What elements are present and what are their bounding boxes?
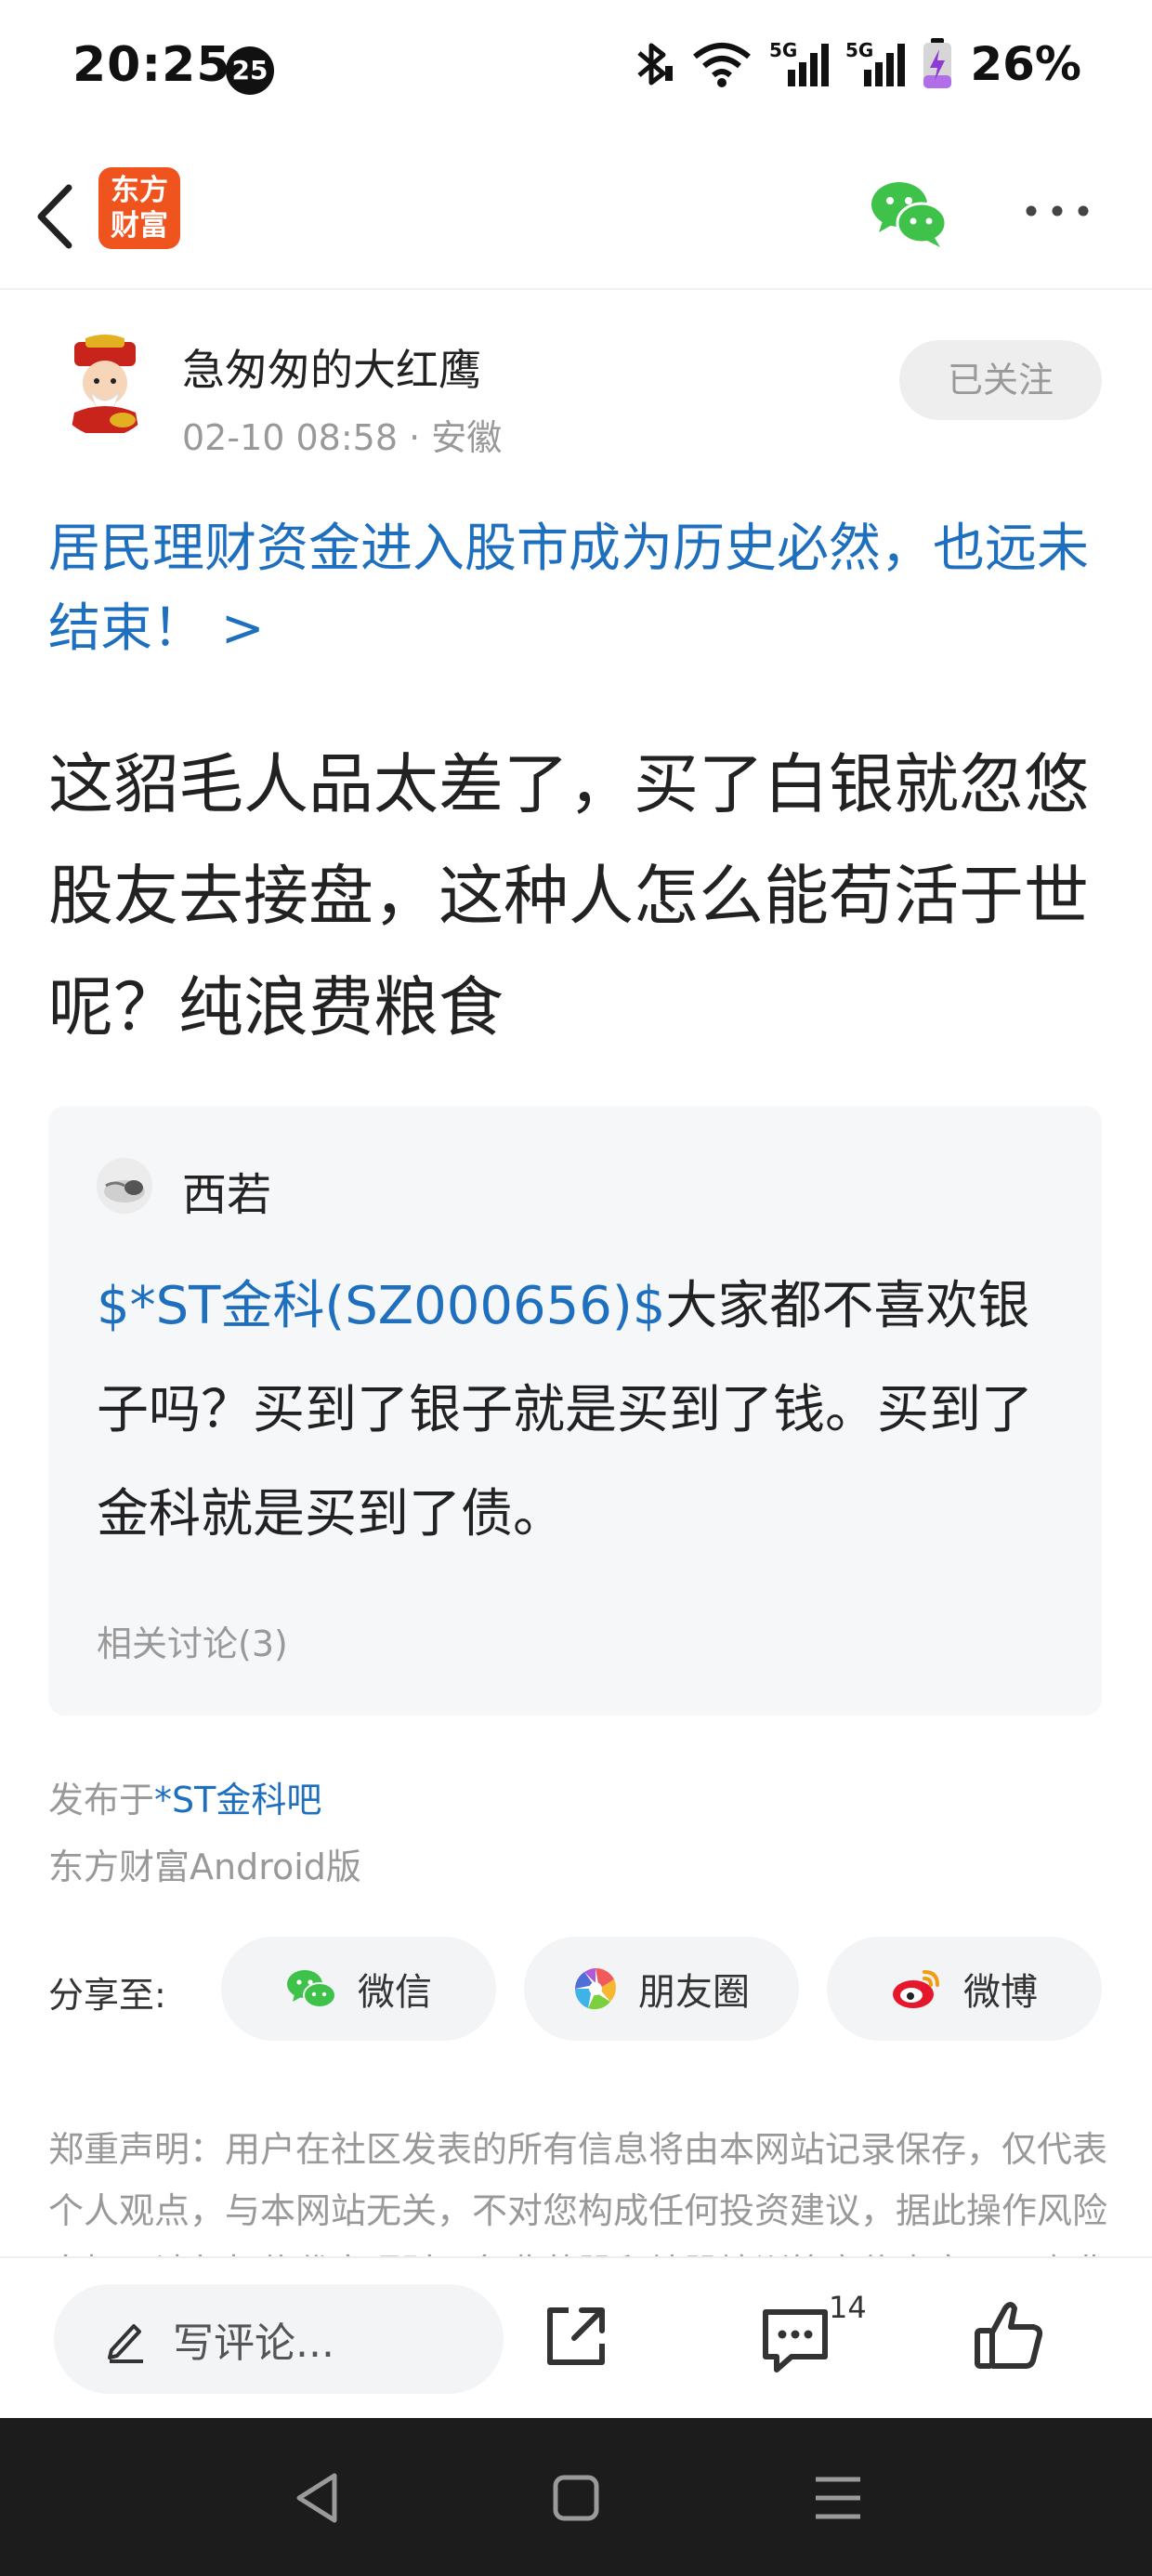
comment-input[interactable]: 写评论... <box>54 2284 504 2394</box>
moments-aperture-icon <box>574 1967 616 2010</box>
nav-home-icon[interactable] <box>539 2461 613 2535</box>
app-logo[interactable]: 东方 财富 <box>98 167 180 249</box>
share-wechat-button[interactable]: 微信 <box>221 1937 496 2041</box>
published-prefix: 发布于 <box>48 1780 155 1820</box>
share-weibo-button[interactable]: 微博 <box>827 1937 1102 2041</box>
nav-menu-icon[interactable] <box>801 2461 875 2535</box>
battery-charging-icon <box>923 38 952 88</box>
author-avatar[interactable] <box>54 335 156 437</box>
status-icons: 5G 5G 26% <box>632 37 1081 91</box>
status-bar: 20:25 25 5G 5G 26% <box>0 0 1152 139</box>
top-nav-bar: 东方 财富 <box>0 139 1152 290</box>
quote-text: $*ST金科(SZ000656)$大家都不喜欢银子吗？买到了银子就是买到了钱。买… <box>97 1255 1063 1567</box>
share-label: 分享至: <box>48 1975 166 2016</box>
follow-button[interactable]: 已关注 <box>899 340 1102 420</box>
share-weibo-label: 微博 <box>963 1971 1038 2014</box>
bluetooth-icon <box>637 43 674 85</box>
comment-icon[interactable] <box>751 2292 840 2381</box>
post-meta: 02-10 08:58 · 安徽 <box>182 409 502 460</box>
client-info: 东方财富Android版 <box>48 1847 361 1887</box>
quoted-post-card[interactable]: 西若 $*ST金科(SZ000656)$大家都不喜欢银子吗？买到了银子就是买到了… <box>48 1106 1102 1715</box>
wechat-icon[interactable] <box>870 177 948 251</box>
post-body: 这貂毛人品太差了，买了白银就忽悠股友去接盘，这种人怎么能苟活于世呢？纯浪费粮食 <box>48 746 1089 1045</box>
quote-author-avatar[interactable] <box>97 1158 152 1214</box>
author-name[interactable]: 急匆匆的大红鹰 <box>182 336 481 398</box>
post-datetime: 02-10 08:58 <box>182 417 399 458</box>
pencil-icon <box>108 2324 143 2363</box>
wifi-icon <box>693 43 752 87</box>
back-button[interactable] <box>26 175 100 258</box>
more-dots-icon[interactable] <box>1022 188 1093 234</box>
comment-count: 14 <box>829 2290 867 2325</box>
share-moments-button[interactable]: 朋友圈 <box>524 1937 799 2041</box>
cat-avatar-icon <box>97 1158 152 1214</box>
bottom-action-bar: 写评论... 14 <box>0 2256 1152 2418</box>
wechat-icon <box>287 1970 336 2008</box>
status-time: 20:25 <box>72 37 231 93</box>
svg-text:5G: 5G <box>845 39 873 61</box>
signal-5g-icon: 5G <box>845 39 906 86</box>
nav-back-icon[interactable] <box>281 2461 355 2535</box>
share-wechat-label: 微信 <box>358 1971 432 2014</box>
share-out-icon[interactable] <box>531 2292 621 2381</box>
logo-line-2: 财富 <box>111 209 168 243</box>
quote-author-name[interactable]: 西若 <box>182 1158 271 1223</box>
thumbs-up-icon[interactable] <box>964 2292 1054 2381</box>
topic-title-link[interactable]: 居民理财资金进入股市成为历史必然，也远未结束！ > <box>48 509 1107 669</box>
battery-percent: 26% <box>970 37 1081 91</box>
notification-badge: 25 <box>226 46 274 95</box>
stock-link[interactable]: $*ST金科(SZ000656)$ <box>97 1276 665 1336</box>
svg-text:5G: 5G <box>769 39 797 61</box>
related-discussions-link[interactable]: 相关讨论(3) <box>97 1615 288 1666</box>
published-in: 发布于*ST金科吧 <box>48 1771 321 1822</box>
comment-placeholder: 写评论... <box>173 2320 334 2367</box>
post-location: · 安徽 <box>409 417 503 458</box>
forum-link[interactable]: *ST金科吧 <box>154 1780 321 1820</box>
system-nav-bar <box>0 2418 1152 2576</box>
god-of-wealth-avatar-icon <box>71 335 139 433</box>
share-moments-label: 朋友圈 <box>638 1971 750 2014</box>
signal-5g-icon: 5G <box>769 39 830 86</box>
weibo-icon <box>893 1970 939 2008</box>
logo-line-1: 东方 <box>111 174 168 207</box>
disclaimer-text: 郑重声明：用户在社区发表的所有信息将由本网站记录保存，仅代表个人观点，与本网站无… <box>48 2129 1107 2258</box>
